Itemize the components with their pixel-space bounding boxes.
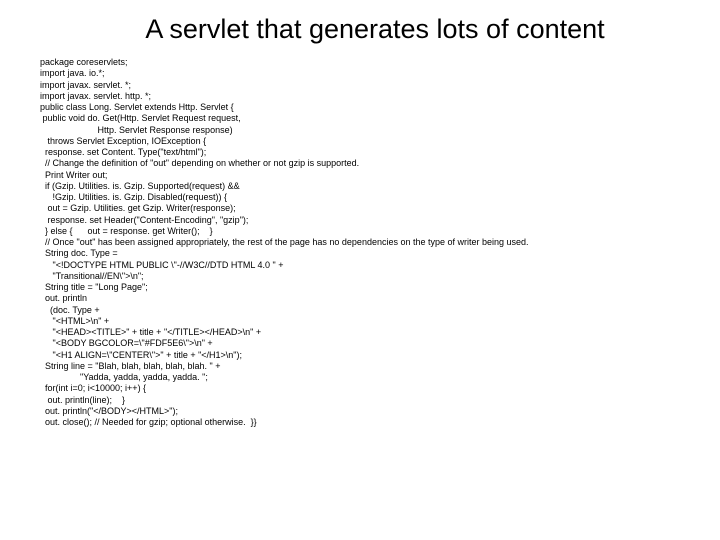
code-block: package coreservlets; import java. io.*;…	[40, 57, 680, 428]
slide: A servlet that generates lots of content…	[0, 0, 720, 540]
page-title: A servlet that generates lots of content	[40, 14, 680, 45]
